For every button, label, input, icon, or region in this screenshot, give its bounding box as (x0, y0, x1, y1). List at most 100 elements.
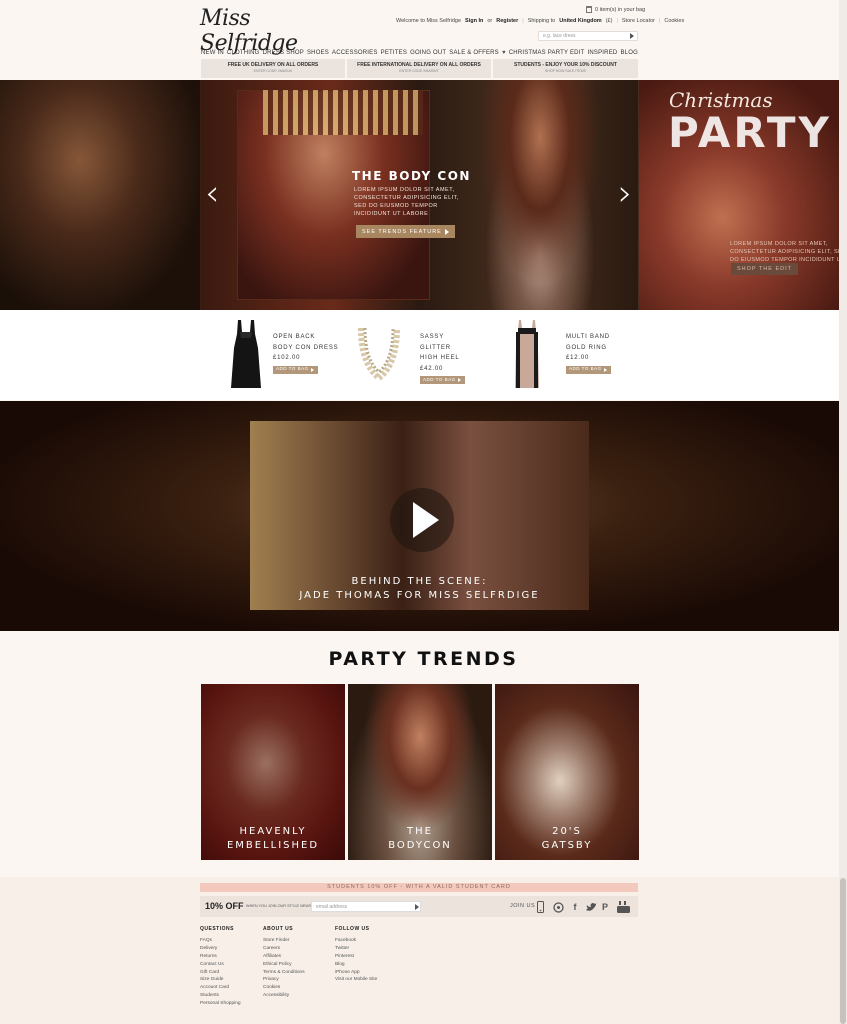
welcome-text: Welcome to Miss Selfridge (396, 18, 462, 24)
cookies-link[interactable]: Cookies (664, 18, 684, 24)
search-input[interactable]: e.g. lace dress (538, 31, 638, 41)
product-card[interactable]: OPEN BACK BODY CON DRESS £102.00 ADD TO … (228, 318, 348, 393)
play-icon[interactable] (413, 502, 439, 538)
trend-label: 20'S GATSBY (495, 825, 639, 853)
footer-link[interactable]: Visit our Mobile Site (335, 976, 377, 984)
necklace-image[interactable] (355, 324, 403, 384)
video-caption-line1: BEHIND THE SCENE: (351, 576, 488, 587)
footer-link[interactable]: Careers (263, 945, 305, 953)
promo-title: STUDENTS - ENJOY YOUR 10% DISCOUNT (514, 62, 617, 68)
signup-discount: 10% OFF (205, 901, 244, 911)
footer-col-follow-us: FOLLOW US Facebook Twitter Pinterest Blo… (335, 926, 377, 984)
footer-link[interactable]: Ethical Policy (263, 961, 305, 969)
scrollbar-thumb[interactable] (840, 878, 846, 1024)
nav-new-in[interactable]: NEW IN (201, 50, 224, 56)
heart-icon[interactable]: ♥ (502, 50, 506, 56)
logo[interactable]: Miss Selfridge (200, 6, 340, 56)
nav-dress-shop[interactable]: DRESS SHOP (263, 50, 304, 56)
nav-christmas-party-edit[interactable]: CHRISTMAS PARTY EDIT (509, 50, 585, 56)
footer-link[interactable]: Contact Us (200, 961, 241, 969)
youtube-icon[interactable] (616, 900, 630, 914)
student-discount-banner[interactable]: STUDENTS 10% OFF - WITH A VALID STUDENT … (200, 883, 638, 892)
product-card[interactable]: MULTI BAND GOLD RING £12.00 ADD TO BAG (512, 318, 632, 393)
footer-link[interactable]: Delivery (200, 945, 241, 953)
sign-in-link[interactable]: Sign In (465, 18, 483, 24)
carousel-next-icon[interactable]: › (618, 176, 632, 212)
dress-image[interactable] (228, 318, 264, 390)
footer-link[interactable]: Accessibility (263, 992, 305, 1000)
footer-link[interactable]: Personal Shopping (200, 1000, 241, 1008)
nav-going-out[interactable]: GOING OUT (410, 50, 446, 56)
add-to-bag-button[interactable]: ADD TO BAG (273, 365, 318, 374)
footer-link[interactable]: Blog (335, 961, 377, 969)
trend-tile-embellished[interactable]: HEAVENLY EMBELLISHED (201, 684, 345, 860)
footer-link[interactable]: Twitter (335, 945, 377, 953)
trend-tile-gatsby[interactable]: 20'S GATSBY (495, 684, 639, 860)
footer-link[interactable]: Account Card (200, 984, 241, 992)
twitter-icon[interactable] (585, 900, 597, 914)
shipping-country-link[interactable]: United Kingdom (559, 18, 601, 24)
blog-icon[interactable] (552, 900, 564, 914)
footer-link[interactable]: Cookies (263, 984, 305, 992)
nav-petites[interactable]: PETITES (381, 50, 407, 56)
product-price: £42.00 (420, 365, 444, 372)
trend-label: THE BODYCON (348, 825, 492, 853)
hero-title: THE BODY CON (352, 169, 471, 183)
promo-uk-delivery[interactable]: FREE UK DELIVERY ON ALL ORDERS ENTER COD… (201, 59, 345, 78)
nav-sale-offers[interactable]: SALE & OFFERS (449, 50, 499, 56)
footer-link[interactable]: Store Finder (263, 937, 305, 945)
footer-link[interactable]: Gift Card (200, 969, 241, 977)
email-submit-icon[interactable] (415, 904, 419, 910)
product-name-line1: SASSY GLITTER (420, 334, 451, 351)
promo-sub: SHOP NOW SALE ITEMS (545, 69, 586, 73)
see-trends-button[interactable]: SEE TRENDS FEATURE (356, 225, 455, 238)
divider: | (616, 18, 618, 24)
nav-blog[interactable]: BLOG (620, 50, 637, 56)
button-label: ADD TO BAG (569, 366, 602, 372)
add-to-bag-button[interactable]: ADD TO BAG (566, 365, 611, 374)
footer-link[interactable]: Facebook (335, 937, 377, 945)
nav-inspired[interactable]: INSPIRED (587, 50, 617, 56)
footer-link[interactable]: iPhone App (335, 969, 377, 977)
mobile-icon[interactable] (535, 900, 545, 914)
footer-link[interactable]: Size Guide (200, 976, 241, 984)
register-link[interactable]: Register (496, 18, 518, 24)
add-to-bag-button[interactable]: ADD TO BAG (420, 376, 465, 384)
party-copy: LOREM IPSUM DOLOR SIT AMET, CONSECTETUR … (730, 241, 847, 263)
product-card[interactable]: SASSY GLITTER HIGH HEEL £42.00 ADD TO BA… (355, 318, 475, 393)
ring-image[interactable] (512, 318, 542, 390)
product-price: £12.00 (566, 355, 590, 361)
footer-link[interactable]: Returns (200, 953, 241, 961)
search-submit-icon[interactable] (630, 33, 634, 39)
footer-link[interactable]: Pinterest (335, 953, 377, 961)
shop-the-edit-button[interactable]: SHOP THE EDIT (731, 263, 798, 275)
nav-accessories[interactable]: ACCESSORIES (332, 50, 378, 56)
arrow-icon (310, 367, 314, 372)
footer-col-questions: QUESTIONS FAQs Delivery Returns Contact … (200, 926, 241, 1008)
hero-copy: LOREM IPSUM DOLOR SIT AMET, CONSECTETUR … (354, 187, 459, 217)
arrow-icon (457, 378, 461, 382)
trend-tile-bodycon[interactable]: THE BODYCON (348, 684, 492, 860)
signup-text: WHEN YOU JOIN OUR STYLE NEWS (246, 904, 312, 908)
footer-link[interactable]: Terms & Conditions (263, 969, 305, 977)
product-price: £102.00 (273, 355, 301, 361)
email-input[interactable]: email address (311, 901, 421, 912)
promo-students[interactable]: STUDENTS - ENJOY YOUR 10% DISCOUNT SHOP … (493, 59, 638, 78)
party-heading: PARTY (668, 108, 832, 157)
footer-link[interactable]: Affiliates (263, 953, 305, 961)
facebook-icon[interactable]: f (570, 900, 580, 914)
shopping-bag[interactable]: 0 item(s) in your bag (586, 6, 645, 13)
promo-intl-delivery[interactable]: FREE INTERNATIONAL DELIVERY ON ALL ORDER… (347, 59, 491, 78)
footer-link[interactable]: Students (200, 992, 241, 1000)
footer-link[interactable]: FAQs (200, 937, 241, 945)
carousel-prev-icon[interactable]: ‹ (205, 176, 219, 212)
footer-col-title: FOLLOW US (335, 926, 370, 932)
store-locator-link[interactable]: Store Locator (622, 18, 655, 24)
nav-shoes[interactable]: SHOES (307, 50, 329, 56)
pinterest-icon[interactable]: P (600, 900, 610, 914)
trend-label-line1: THE (407, 826, 433, 837)
hero-striped-backdrop (263, 90, 423, 135)
footer-link[interactable]: Privacy (263, 976, 305, 984)
nav-clothing[interactable]: CLOTHING (227, 50, 260, 56)
scrollbar[interactable] (839, 0, 847, 1024)
